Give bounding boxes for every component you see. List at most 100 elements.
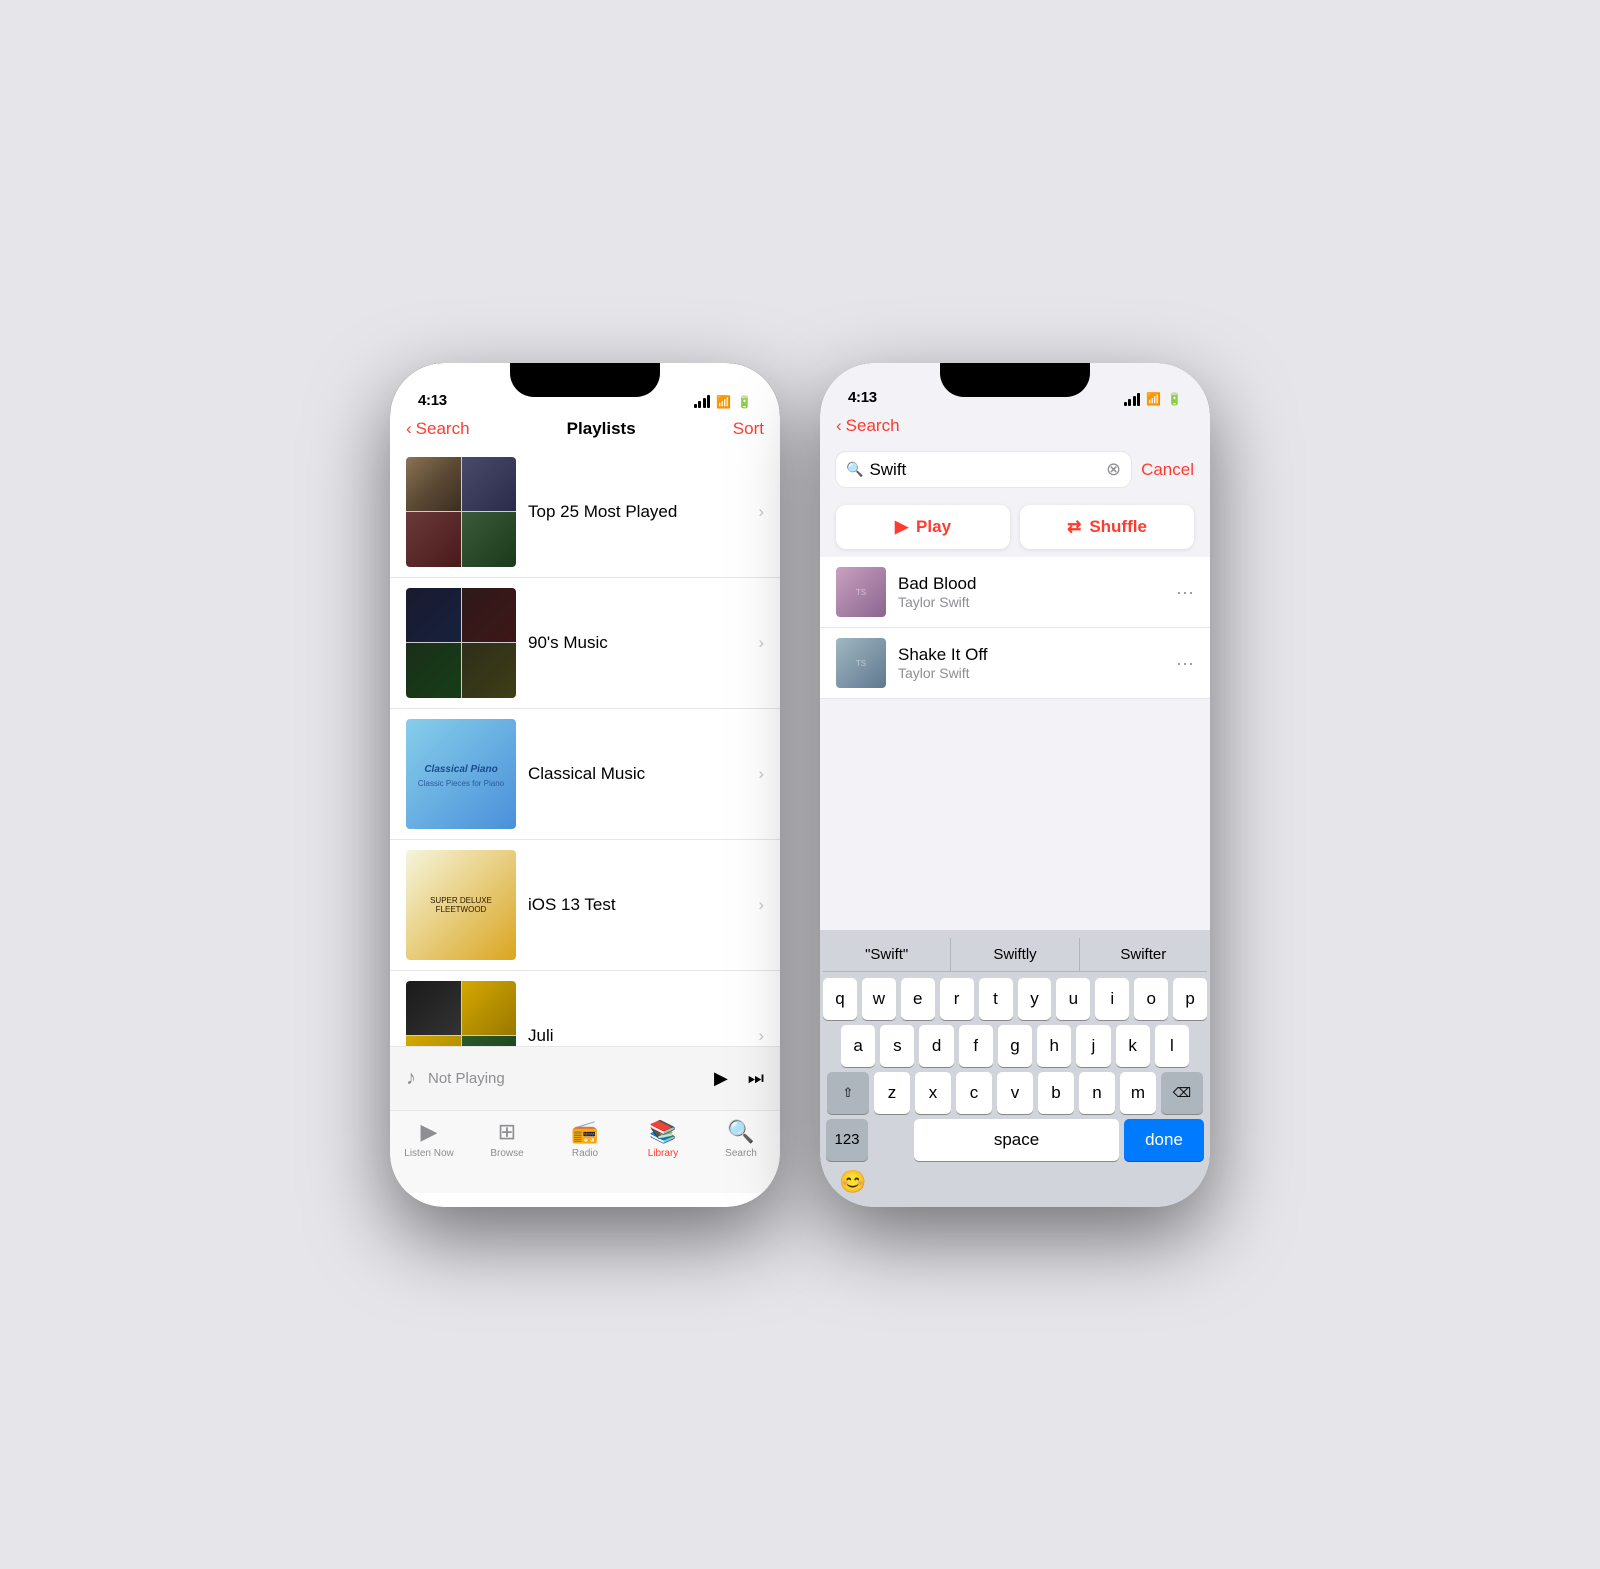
key-x[interactable]: x — [915, 1072, 951, 1114]
key-m[interactable]: m — [1120, 1072, 1156, 1114]
key-v[interactable]: v — [997, 1072, 1033, 1114]
shuffle-icon: ⇄ — [1067, 517, 1081, 537]
page-title-1: Playlists — [567, 419, 636, 439]
shift-key[interactable]: ⇧ — [827, 1072, 869, 1114]
list-item[interactable]: Juli › — [390, 971, 780, 1046]
playlist-scroll[interactable]: Top 25 Most Played › 90's Music › — [390, 447, 780, 1046]
key-p[interactable]: p — [1173, 978, 1207, 1020]
tab-browse[interactable]: ⊞ Browse — [468, 1119, 546, 1159]
key-r[interactable]: r — [940, 978, 974, 1020]
phone-1: 4:13 📶 🔋 ‹ Search — [390, 363, 780, 1207]
status-icons-2: 📶 🔋 — [1124, 392, 1182, 406]
notch — [510, 363, 660, 397]
key-j[interactable]: j — [1076, 1025, 1110, 1067]
list-item[interactable]: 90's Music › — [390, 578, 780, 709]
playlist-info: 90's Music — [528, 633, 746, 653]
suggestion-swiftly[interactable]: Swiftly — [951, 938, 1079, 971]
playlist-name: Classical Music — [528, 764, 746, 784]
space-key[interactable]: space — [914, 1119, 1119, 1161]
key-q[interactable]: q — [823, 978, 857, 1020]
back-button-1[interactable]: ‹ Search — [406, 419, 470, 439]
signal-icon-2 — [1124, 393, 1141, 406]
keyboard-row-3: ⇧ z x c v b n m ⌫ — [823, 1072, 1207, 1114]
cancel-button[interactable]: Cancel — [1141, 460, 1194, 480]
song-info: Shake It Off Taylor Swift — [898, 645, 1164, 681]
search-field[interactable]: Swift — [869, 460, 1100, 480]
playback-controls[interactable]: ▶ ⏭ — [714, 1068, 764, 1089]
tab-listen-now[interactable]: ▶ Listen Now — [390, 1119, 468, 1159]
key-l[interactable]: l — [1155, 1025, 1189, 1067]
key-h[interactable]: h — [1037, 1025, 1071, 1067]
playlist-name: 90's Music — [528, 633, 746, 653]
emoji-key[interactable] — [873, 1119, 909, 1161]
clear-search-button[interactable]: ⊗ — [1106, 459, 1121, 480]
more-options-button[interactable]: ··· — [1176, 582, 1194, 603]
tab-search[interactable]: 🔍 Search — [702, 1119, 780, 1159]
key-i[interactable]: i — [1095, 978, 1129, 1020]
status-time-1: 4:13 — [418, 392, 447, 409]
suggestion-swift[interactable]: "Swift" — [823, 938, 951, 971]
key-y[interactable]: y — [1018, 978, 1052, 1020]
list-item[interactable]: Top 25 Most Played › — [390, 447, 780, 578]
key-u[interactable]: u — [1056, 978, 1090, 1020]
playlist-info: Classical Music — [528, 764, 746, 784]
play-pause-button[interactable]: ▶ — [714, 1068, 728, 1089]
key-e[interactable]: e — [901, 978, 935, 1020]
keyboard-row-2: a s d f g h j k l — [823, 1025, 1207, 1067]
shuffle-button[interactable]: ⇄ Shuffle — [1020, 505, 1194, 549]
key-o[interactable]: o — [1134, 978, 1168, 1020]
key-s[interactable]: s — [880, 1025, 914, 1067]
key-b[interactable]: b — [1038, 1072, 1074, 1114]
search-icon: 🔍 — [846, 461, 863, 478]
key-z[interactable]: z — [874, 1072, 910, 1114]
list-item[interactable]: SUPER DELUXEFLEETWOOD iOS 13 Test › — [390, 840, 780, 971]
list-item[interactable]: Classical Piano Classic Pieces for Piano… — [390, 709, 780, 840]
key-d[interactable]: d — [919, 1025, 953, 1067]
song-item[interactable]: TS Bad Blood Taylor Swift ··· — [820, 557, 1210, 628]
tab-listen-now-label: Listen Now — [404, 1148, 453, 1159]
more-options-button-2[interactable]: ··· — [1176, 653, 1194, 674]
song-item[interactable]: TS Shake It Off Taylor Swift ··· — [820, 628, 1210, 699]
playlist-thumb — [406, 981, 516, 1046]
keyboard-row-1: q w e r t y u i o p — [823, 978, 1207, 1020]
keyboard-emoji-row: 😊 — [823, 1165, 1207, 1203]
emoji-button[interactable]: 😊 — [839, 1169, 866, 1195]
search-bar-container[interactable]: 🔍 Swift ⊗ Cancel — [820, 444, 1210, 497]
key-a[interactable]: a — [841, 1025, 875, 1067]
tab-radio[interactable]: 📻 Radio — [546, 1119, 624, 1159]
key-f[interactable]: f — [959, 1025, 993, 1067]
nav-bar-2: ‹ Search — [820, 414, 1210, 444]
song-artist: Taylor Swift — [898, 594, 1164, 610]
key-w[interactable]: w — [862, 978, 896, 1020]
chevron-right-icon: › — [758, 895, 764, 915]
play-shuffle-row: ▶ Play ⇄ Shuffle — [820, 497, 1210, 557]
numbers-key[interactable]: 123 — [826, 1119, 868, 1161]
key-t[interactable]: t — [979, 978, 1013, 1020]
playlist-thumb: SUPER DELUXEFLEETWOOD — [406, 850, 516, 960]
back-label-1: Search — [416, 419, 470, 439]
play-label: Play — [916, 517, 951, 537]
key-n[interactable]: n — [1079, 1072, 1115, 1114]
delete-key[interactable]: ⌫ — [1161, 1072, 1203, 1114]
key-k[interactable]: k — [1116, 1025, 1150, 1067]
key-c[interactable]: c — [956, 1072, 992, 1114]
wifi-icon-2: 📶 — [1146, 392, 1161, 406]
search-tab-icon: 🔍 — [727, 1119, 754, 1145]
tab-library[interactable]: 📚 Library — [624, 1119, 702, 1159]
key-g[interactable]: g — [998, 1025, 1032, 1067]
back-button-2[interactable]: ‹ Search — [836, 416, 900, 436]
suggestion-swifter[interactable]: Swifter — [1080, 938, 1207, 971]
now-playing-bar[interactable]: ♪ Not Playing ▶ ⏭ — [390, 1046, 780, 1110]
search-input-wrap[interactable]: 🔍 Swift ⊗ — [836, 452, 1131, 487]
done-key[interactable]: done — [1124, 1119, 1204, 1161]
chevron-right-icon: › — [758, 1026, 764, 1046]
nav-bar-1: ‹ Search Playlists Sort — [390, 417, 780, 447]
search-results-list[interactable]: TS Bad Blood Taylor Swift ··· TS Shake I… — [820, 557, 1210, 929]
play-button[interactable]: ▶ Play — [836, 505, 1010, 549]
song-info: Bad Blood Taylor Swift — [898, 574, 1164, 610]
keyboard[interactable]: "Swift" Swiftly Swifter q w e — [820, 930, 1210, 1207]
sort-button[interactable]: Sort — [733, 419, 764, 439]
fast-forward-button[interactable]: ⏭ — [748, 1068, 764, 1089]
playlist-info: Top 25 Most Played — [528, 502, 746, 522]
status-icons-1: 📶 🔋 — [694, 395, 752, 409]
